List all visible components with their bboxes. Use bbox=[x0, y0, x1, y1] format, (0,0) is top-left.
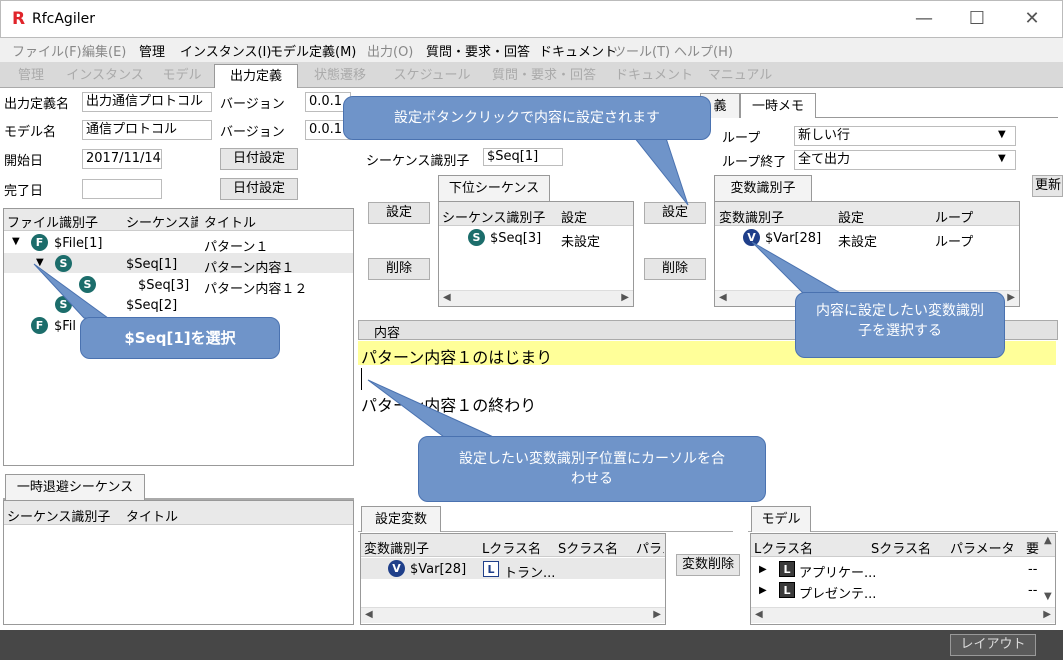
callout-1-pointer bbox=[628, 131, 689, 206]
callout-select-var: 内容に設定したい変数識別子を選択する bbox=[795, 292, 1005, 358]
callout-select-seq: $Seq[1]を選択 bbox=[80, 317, 280, 359]
callout-4-pointer bbox=[367, 379, 501, 441]
callout-cursor: 設定したい変数識別子位置にカーソルを合わせる bbox=[418, 436, 766, 502]
callout-2-pointer bbox=[33, 263, 110, 319]
callout-set-button: 設定ボタンクリックで内容に設定されます bbox=[343, 96, 711, 140]
